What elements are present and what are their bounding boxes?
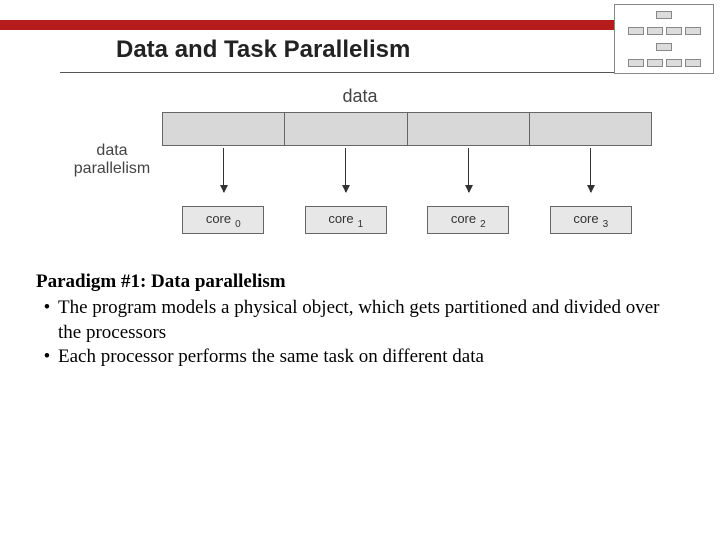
core-index: 3 [603,219,609,230]
title-divider [60,72,680,73]
slide: Data and Task Parallelism data data para… [0,0,720,540]
bullet-list: • The program models a physical object, … [36,296,676,369]
data-parallelism-diagram: data data parallelism core 0 core 1 core 2 … [70,86,650,246]
arrow-down-icon [345,148,346,192]
arrow-down-icon [590,148,591,192]
arrow-down-icon [468,148,469,192]
core-box-3: core 3 [550,206,632,234]
bullet-text: Each processor performs the same task on… [58,345,676,369]
data-strip [162,112,652,146]
body-heading: Paradigm #1: Data parallelism [36,270,676,294]
diagram-side-label-line2: parallelism [74,160,150,177]
list-item: • Each processor performs the same task … [36,345,676,369]
list-item: • The program models a physical object, … [36,296,676,345]
arrow-down-icon [223,148,224,192]
core-label: core [573,211,598,226]
accent-band [0,20,620,30]
core-index: 0 [235,219,241,230]
slide-title: Data and Task Parallelism [116,36,410,64]
bullet-icon: • [36,296,58,320]
core-index: 2 [480,219,486,230]
arrow-row [162,148,652,206]
diagram-side-label: data parallelism [64,142,160,177]
data-chunk [530,113,651,145]
data-chunk [163,113,285,145]
core-label: core [328,211,353,226]
data-chunk [408,113,530,145]
core-label: core [206,211,231,226]
core-index: 1 [358,219,364,230]
data-chunk [285,113,407,145]
bullet-text: The program models a physical object, wh… [58,296,676,345]
bullet-icon: • [36,345,58,369]
body-section: Paradigm #1: Data parallelism • The prog… [36,270,676,369]
diagram-top-label: data [70,86,650,107]
thumbnail-icon [614,4,714,74]
diagram-side-label-line1: data [96,142,127,159]
core-label: core [451,211,476,226]
core-box-2: core 2 [427,206,509,234]
core-box-0: core 0 [182,206,264,234]
core-box-1: core 1 [305,206,387,234]
core-row: core 0 core 1 core 2 core 3 [162,206,652,234]
